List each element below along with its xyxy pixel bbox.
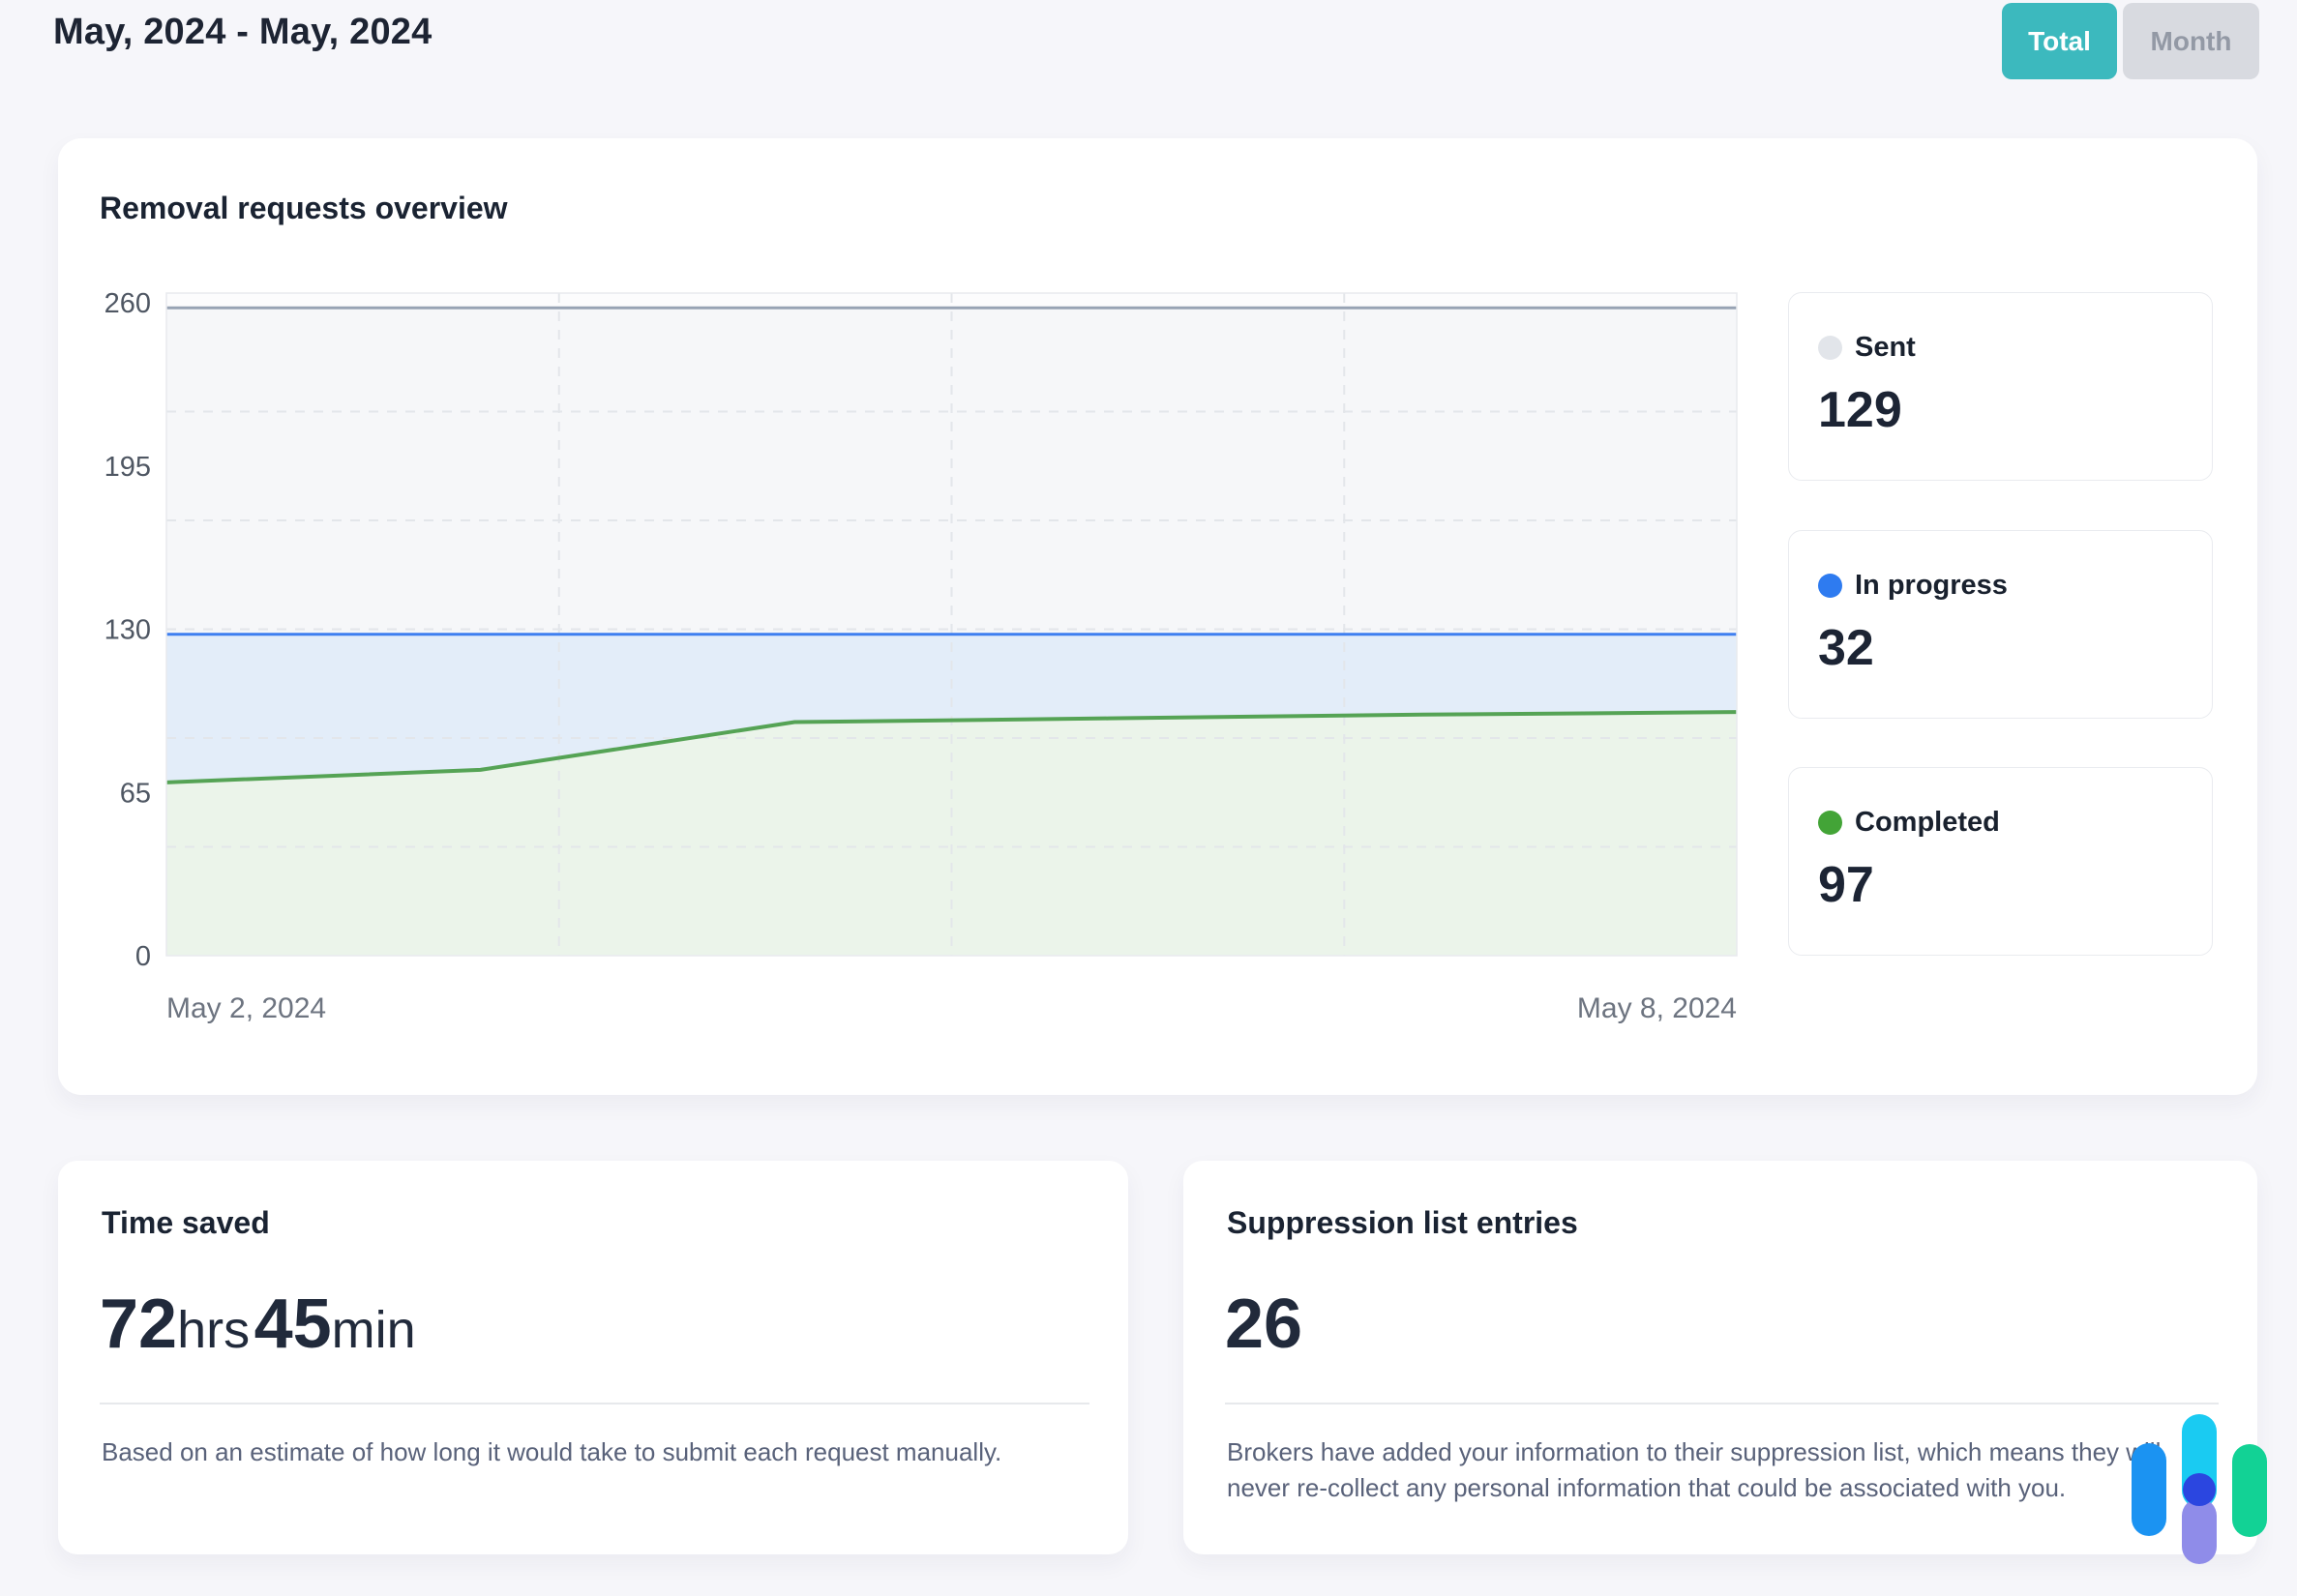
- time-saved-card: Time saved 72hrs 45min Based on an estim…: [58, 1161, 1128, 1554]
- suppression-title: Suppression list entries: [1227, 1205, 1578, 1241]
- suppression-list-card: Suppression list entries 26 Brokers have…: [1183, 1161, 2257, 1554]
- in-progress-dot-icon: [1818, 574, 1842, 598]
- completed-dot-icon: [1818, 811, 1842, 835]
- in-progress-label: In progress: [1855, 570, 2008, 602]
- legend-card-sent: Sent 129: [1788, 292, 2213, 481]
- suppression-divider: [1225, 1403, 2219, 1404]
- sent-label: Sent: [1855, 332, 1916, 364]
- time-saved-value: 72hrs 45min: [100, 1285, 416, 1364]
- legend-card-completed: Completed 97: [1788, 767, 2213, 956]
- minutes-unit: min: [332, 1301, 416, 1359]
- month-toggle-button[interactable]: Month: [2123, 3, 2259, 79]
- sent-value: 129: [1818, 381, 2212, 439]
- date-range-title: May, 2024 - May, 2024: [53, 12, 432, 53]
- hours-unit: hrs: [177, 1301, 250, 1359]
- suppression-value: 26: [1225, 1285, 1302, 1364]
- total-toggle-button[interactable]: Total: [2002, 3, 2117, 79]
- suppression-description-line2: never re-collect any personal informatio…: [1227, 1470, 2161, 1506]
- suppression-description-line1: Brokers have added your information to t…: [1227, 1434, 2161, 1470]
- sent-dot-icon: [1818, 336, 1842, 360]
- legend-card-in-progress: In progress 32: [1788, 530, 2213, 719]
- minutes-value: 45: [254, 1286, 332, 1363]
- time-saved-description: Based on an estimate of how long it woul…: [102, 1434, 1001, 1470]
- launcher-purple-bar-icon: [2182, 1498, 2217, 1564]
- time-saved-divider: [100, 1403, 1089, 1404]
- svg-text:260: 260: [104, 288, 151, 319]
- svg-text:0: 0: [135, 941, 151, 972]
- range-toggle: Total Month: [2002, 3, 2259, 79]
- hours-value: 72: [100, 1286, 177, 1363]
- removal-requests-chart: 0 65 130 195 260 May 2, 2024 May 8, 2024: [77, 276, 1761, 1040]
- launcher-green-bar-icon: [2232, 1444, 2267, 1537]
- launcher-blue-dot-icon: [2183, 1473, 2216, 1506]
- svg-text:130: 130: [104, 615, 151, 646]
- chart-title: Removal requests overview: [100, 191, 508, 226]
- svg-text:May 2, 2024: May 2, 2024: [166, 992, 326, 1024]
- completed-value: 97: [1818, 856, 2212, 914]
- svg-text:65: 65: [120, 778, 151, 809]
- launcher-blue-bar-icon: [2132, 1443, 2166, 1536]
- suppression-description: Brokers have added your information to t…: [1227, 1434, 2161, 1506]
- completed-label: Completed: [1855, 807, 2000, 839]
- in-progress-value: 32: [1818, 619, 2212, 677]
- removal-requests-card: Removal requests overview 0 65 130 195 260 Ma…: [58, 138, 2257, 1095]
- svg-text:May 8, 2024: May 8, 2024: [1577, 992, 1737, 1024]
- time-saved-title: Time saved: [102, 1205, 270, 1241]
- svg-text:195: 195: [104, 452, 151, 483]
- chat-launcher-button[interactable]: [2124, 1407, 2279, 1572]
- dashboard-page: May, 2024 - May, 2024 Total Month Remova…: [0, 0, 2297, 1596]
